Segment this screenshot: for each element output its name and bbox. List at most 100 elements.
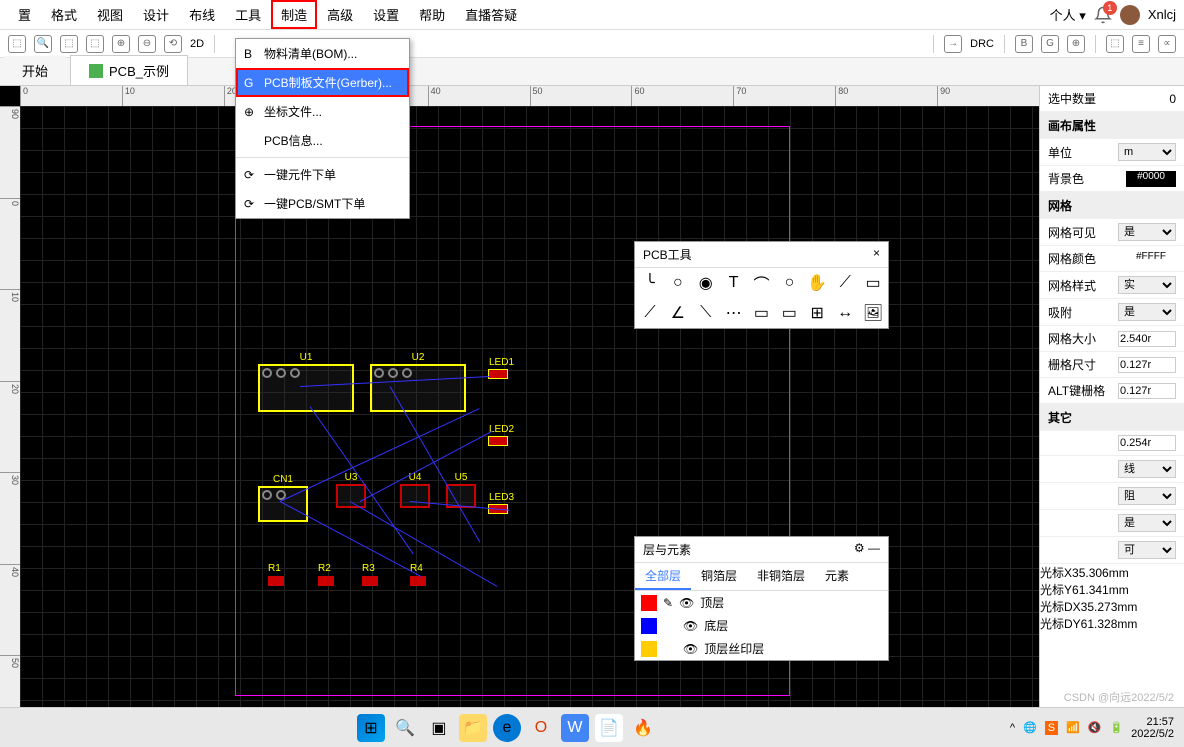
tool-text-icon[interactable]: T — [723, 272, 745, 294]
tool-rect-icon[interactable]: ▭ — [862, 272, 884, 294]
component-u2[interactable]: U2 — [370, 364, 466, 412]
grid-color-input[interactable]: #FFFF — [1126, 251, 1176, 267]
zoom-out-icon[interactable]: ⊖ — [138, 35, 156, 53]
raster-size-input[interactable] — [1118, 357, 1176, 373]
dropdown-item-order-comp[interactable]: ⟳一键元件下单 — [236, 160, 409, 189]
tool-arc-icon[interactable]: ⌒ — [751, 272, 773, 294]
toolbar-button[interactable]: ⬚ — [60, 35, 78, 53]
clock-date[interactable]: 2022/5/2 — [1131, 728, 1174, 740]
drc-button[interactable]: DRC — [970, 38, 994, 50]
tool-image-icon[interactable]: 🖼 — [862, 302, 884, 324]
component-u3[interactable]: U3 — [336, 484, 366, 508]
tool-rect2-icon[interactable]: ▭ — [751, 302, 773, 324]
tool-track-icon[interactable]: ╰ — [639, 272, 661, 294]
grid-size-input[interactable] — [1118, 331, 1176, 347]
taskview-icon[interactable]: ▣ — [425, 714, 453, 742]
tool-line-icon[interactable]: ⟋ — [639, 302, 661, 324]
menu-item[interactable]: 工具 — [225, 0, 271, 29]
layer-tab-all[interactable]: 全部层 — [635, 563, 691, 590]
grid-visible-select[interactable]: 是 — [1118, 223, 1176, 241]
dropdown-item-order-pcb[interactable]: ⟳一键PCB/SMT下单 — [236, 189, 409, 218]
menu-item[interactable]: 帮助 — [409, 0, 455, 29]
layer-row[interactable]: 👁底层 — [635, 614, 888, 637]
layer-tab-copper[interactable]: 铜箔层 — [691, 563, 747, 590]
toolbar-button[interactable]: B — [1015, 35, 1033, 53]
toolbar-button[interactable]: G — [1041, 35, 1059, 53]
other-select[interactable]: 可 — [1118, 541, 1176, 559]
tool-pad-icon[interactable]: ○ — [667, 272, 689, 294]
layer-row[interactable]: 👁顶层丝印层 — [635, 637, 888, 660]
tray-volume-icon[interactable]: 🔇 — [1088, 721, 1102, 734]
app-icon[interactable]: 📄 — [595, 714, 623, 742]
layer-tab-noncopper[interactable]: 非铜箔层 — [747, 563, 815, 590]
menu-item[interactable]: 设计 — [133, 0, 179, 29]
layer-tab-elements[interactable]: 元素 — [815, 563, 859, 590]
eye-icon[interactable]: 👁 — [679, 596, 694, 610]
menu-item-manufacture[interactable]: 制造 — [271, 0, 317, 29]
tab-pcb-example[interactable]: PCB_示例 — [70, 55, 188, 85]
component-led2[interactable]: LED2 — [488, 436, 508, 446]
close-icon[interactable]: × — [873, 246, 880, 263]
toolbar-button[interactable]: ⬚ — [8, 35, 26, 53]
start-icon[interactable]: ⊞ — [357, 714, 385, 742]
edge-icon[interactable]: e — [493, 714, 521, 742]
other-select[interactable]: 是 — [1118, 514, 1176, 532]
toolbar-button[interactable]: ⬚ — [1106, 35, 1124, 53]
layers-icon[interactable]: ≡ — [1132, 35, 1150, 53]
component-r3[interactable]: R3 — [362, 576, 378, 586]
tool-circle-icon[interactable]: ○ — [778, 272, 800, 294]
dropdown-item-coord[interactable]: ⊕坐标文件... — [236, 97, 409, 126]
menu-item[interactable]: 置 — [8, 0, 41, 29]
menu-item[interactable]: 视图 — [87, 0, 133, 29]
clock-time[interactable]: 21:57 — [1131, 716, 1174, 728]
tool-angle-icon[interactable]: ∠ — [667, 302, 689, 324]
tray-chevron-icon[interactable]: ^ — [1010, 722, 1015, 734]
toolbar-button[interactable]: ⬚ — [86, 35, 104, 53]
toolbar-button[interactable]: ⟲ — [164, 35, 182, 53]
share-icon[interactable]: ∝ — [1158, 35, 1176, 53]
component-r4[interactable]: R4 — [410, 576, 426, 586]
snap-select[interactable]: 是 — [1118, 303, 1176, 321]
tab-home[interactable]: 开始 — [4, 56, 66, 85]
dropdown-item-pcbinfo[interactable]: PCB信息... — [236, 126, 409, 155]
menu-item[interactable]: 直播答疑 — [455, 0, 527, 29]
other-input[interactable] — [1118, 435, 1176, 451]
component-led1[interactable]: LED1 — [488, 369, 508, 379]
tool-dimension-icon[interactable]: ↔ — [834, 302, 856, 324]
component-u1[interactable]: U1 — [258, 364, 354, 412]
avatar[interactable] — [1120, 5, 1140, 25]
unit-select[interactable]: m — [1118, 143, 1176, 161]
app-icon[interactable]: 🔥 — [629, 714, 657, 742]
other-select[interactable]: 阻 — [1118, 487, 1176, 505]
tool-measure-icon[interactable]: ⟋ — [834, 272, 856, 294]
tool-via-icon[interactable]: ◉ — [695, 272, 717, 294]
explorer-icon[interactable]: 📁 — [459, 714, 487, 742]
tool-polyline-icon[interactable]: ⟍ — [695, 302, 717, 324]
tool-dotted-icon[interactable]: ⋯ — [723, 302, 745, 324]
menu-item[interactable]: 格式 — [41, 0, 87, 29]
tray-wifi-icon[interactable]: 📶 — [1066, 721, 1080, 734]
dropdown-item-gerber[interactable]: GPCB制板文件(Gerber)... — [236, 68, 409, 97]
dropdown-item-bom[interactable]: B物料清单(BOM)... — [236, 39, 409, 68]
gear-icon[interactable]: ⚙ — [854, 541, 865, 555]
office-icon[interactable]: O — [527, 714, 555, 742]
layer-row[interactable]: ✎👁顶层 — [635, 591, 888, 614]
user-dropdown[interactable]: 个人 ▾ — [1050, 5, 1086, 24]
minimize-icon[interactable]: — — [868, 541, 880, 555]
tray-globe-icon[interactable]: 🌐 — [1023, 721, 1037, 734]
search-icon[interactable]: 🔍 — [34, 35, 52, 53]
toolbar-button[interactable]: ⊕ — [1067, 35, 1085, 53]
component-r1[interactable]: R1 — [268, 576, 284, 586]
wps-icon[interactable]: W — [561, 714, 589, 742]
tool-rect3-icon[interactable]: ▭ — [778, 302, 800, 324]
tool-move-icon[interactable]: ✋ — [806, 272, 828, 294]
other-select[interactable]: 线 — [1118, 460, 1176, 478]
bgcolor-input[interactable]: #0000 — [1126, 171, 1176, 187]
zoom-in-icon[interactable]: ⊕ — [112, 35, 130, 53]
menu-item[interactable]: 高级 — [317, 0, 363, 29]
alt-raster-input[interactable] — [1118, 383, 1176, 399]
component-u4[interactable]: U4 — [400, 484, 430, 508]
menu-item[interactable]: 布线 — [179, 0, 225, 29]
eye-icon[interactable]: 👁 — [683, 619, 698, 633]
eye-icon[interactable]: 👁 — [683, 642, 698, 656]
